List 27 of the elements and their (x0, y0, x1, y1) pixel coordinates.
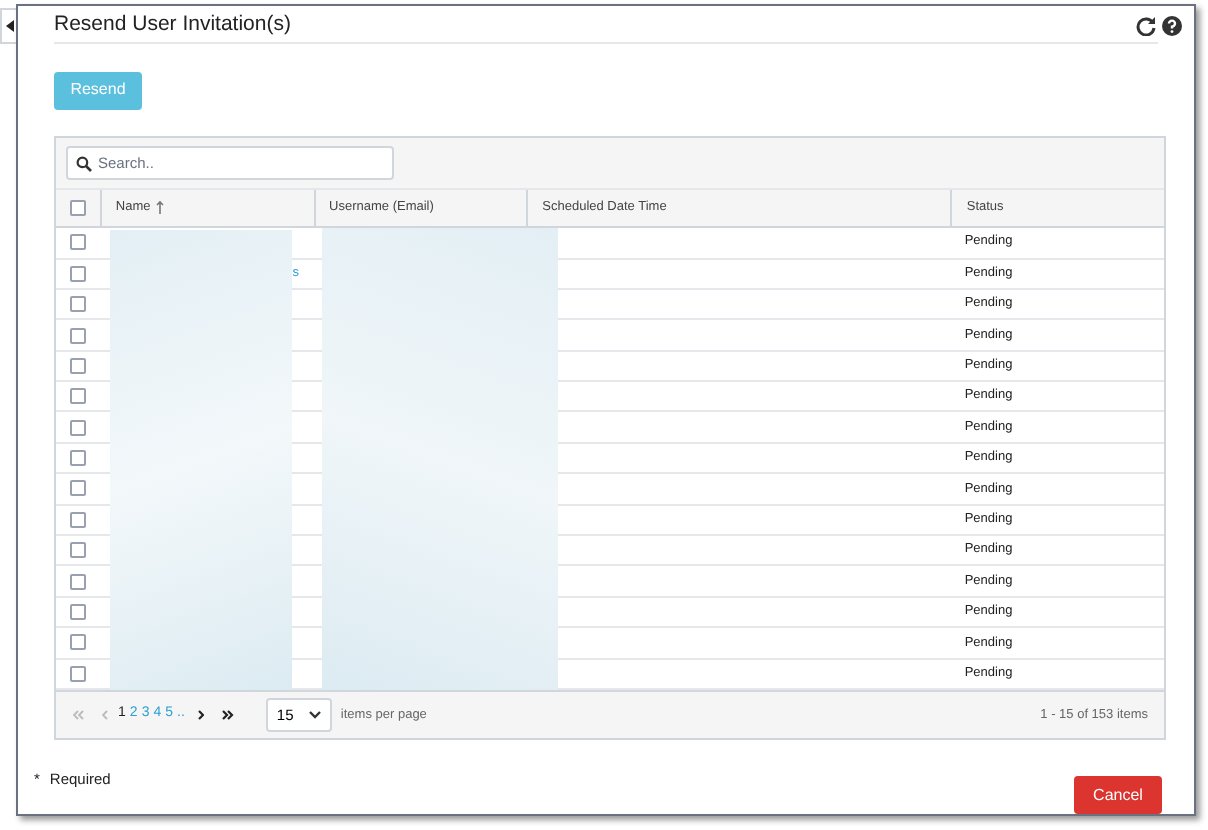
cancel-button[interactable]: Cancel (1074, 776, 1162, 814)
row-checkbox[interactable] (69, 573, 86, 590)
row-checkbox[interactable] (69, 296, 86, 313)
first-page-icon[interactable] (72, 710, 84, 720)
row-checkbox[interactable] (69, 450, 86, 467)
sort-arrow-icon (156, 200, 165, 217)
next-page-icon[interactable] (198, 710, 205, 720)
previous-page-icon[interactable] (102, 710, 108, 720)
row-checkbox[interactable] (69, 511, 86, 528)
last-page-icon[interactable] (222, 710, 235, 720)
refresh-icon[interactable] (1136, 16, 1156, 37)
row-checkbox[interactable] (69, 265, 86, 282)
search-icon (76, 155, 92, 172)
help-icon[interactable] (1162, 16, 1182, 37)
row-checkbox[interactable] (69, 419, 86, 436)
row-checkbox[interactable] (69, 665, 86, 682)
row-checkbox[interactable] (69, 542, 86, 559)
row-checkbox[interactable] (69, 480, 86, 497)
dialog-title: Resend User Invitation(s) (54, 10, 291, 41)
row-checkbox[interactable] (69, 388, 86, 405)
row-checkbox[interactable] (69, 327, 86, 343)
select-all-checkbox[interactable] (69, 200, 86, 217)
row-checkbox[interactable] (69, 234, 86, 251)
row-checkbox[interactable] (69, 634, 86, 651)
row-checkbox[interactable] (69, 604, 86, 621)
row-checkbox[interactable] (69, 357, 86, 374)
chevron-down-icon (308, 710, 323, 720)
